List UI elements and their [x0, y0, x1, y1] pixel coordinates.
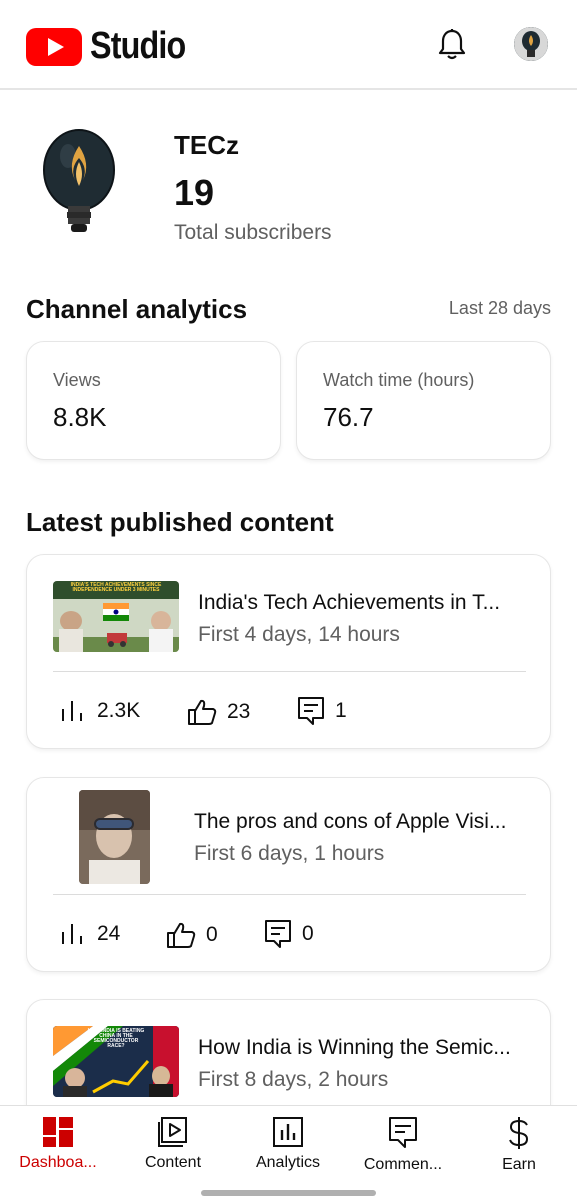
- comments-count: 0: [302, 922, 314, 945]
- comments-icon: [389, 1117, 417, 1148]
- nav-comments[interactable]: Commen...: [353, 1116, 453, 1174]
- thumbnail-caption: HOW INDIA IS BEATING CHINA IN THE SEMICO…: [87, 1028, 145, 1049]
- watch-time-label: Watch time (hours): [323, 370, 475, 390]
- bar-chart-icon: [62, 924, 82, 944]
- analytics-title: Channel analytics: [26, 294, 248, 324]
- comments-count: 1: [335, 699, 347, 722]
- watch-time-card[interactable]: Watch time (hours) 76.7: [296, 341, 551, 460]
- video-thumbnail[interactable]: INDIA'S TECH ACHIEVEMENTS SINCE INDEPEND…: [53, 581, 179, 652]
- bell-icon[interactable]: [436, 28, 468, 62]
- views-metric: 2.3K: [59, 699, 140, 723]
- views-metric: 24: [59, 922, 120, 946]
- dashboard-icon: [43, 1117, 73, 1147]
- likes-metric: 23: [187, 698, 250, 726]
- views-label: Views: [53, 370, 101, 390]
- nav-analytics[interactable]: Analytics: [238, 1116, 338, 1172]
- comments-metric: 0: [264, 919, 314, 949]
- divider: [53, 894, 526, 895]
- channel-name: TECz: [174, 130, 239, 160]
- likes-count: 23: [227, 700, 251, 723]
- nav-label: Analytics: [255, 1154, 321, 1171]
- thumbs-up-icon: [188, 699, 217, 725]
- watch-time-value: 76.7: [323, 402, 374, 432]
- subscriber-count: 19: [174, 172, 215, 213]
- comments-metric: 1: [297, 696, 347, 726]
- logo-text: Studio: [90, 25, 186, 67]
- video-title: India's Tech Achievements in T...: [198, 591, 501, 614]
- nav-label: Dashboa...: [19, 1154, 97, 1171]
- video-card[interactable]: The pros and cons of Apple Visi... First…: [26, 777, 551, 972]
- views-count: 2.3K: [97, 699, 141, 722]
- app-header: Studio: [0, 0, 577, 90]
- likes-count: 0: [206, 923, 218, 946]
- video-card[interactable]: INDIA'S TECH ACHIEVEMENTS SINCE INDEPEND…: [26, 554, 551, 749]
- likes-metric: 0: [166, 921, 218, 949]
- video-meta: First 8 days, 2 hours: [198, 1068, 389, 1091]
- nav-dashboard[interactable]: Dashboa...: [8, 1116, 108, 1172]
- latest-content-title: Latest published content: [26, 507, 334, 537]
- bar-chart-icon: [62, 701, 82, 721]
- thumbs-up-icon: [167, 922, 196, 948]
- comment-icon: [298, 697, 324, 725]
- bottom-nav: Dashboa... Content Analytics Commen... E…: [0, 1105, 577, 1200]
- views-count: 24: [97, 922, 121, 945]
- youtube-play-icon: [26, 27, 82, 66]
- video-title: How India is Winning the Semic...: [198, 1036, 511, 1059]
- video-title: The pros and cons of Apple Visi...: [194, 810, 507, 833]
- video-meta: First 4 days, 14 hours: [198, 623, 400, 646]
- thumbnail-caption: INDIA'S TECH ACHIEVEMENTS SINCE INDEPEND…: [70, 582, 162, 593]
- video-thumbnail[interactable]: HOW INDIA IS BEATING CHINA IN THE SEMICO…: [53, 1026, 179, 1097]
- video-thumbnail[interactable]: [79, 790, 150, 884]
- nav-earn[interactable]: Earn: [469, 1116, 569, 1174]
- nav-label: Earn: [502, 1156, 536, 1173]
- divider: [53, 671, 526, 672]
- nav-content[interactable]: Content: [123, 1116, 223, 1172]
- video-meta: First 6 days, 1 hours: [194, 842, 385, 865]
- channel-avatar[interactable]: [42, 128, 116, 238]
- home-indicator[interactable]: [201, 1190, 376, 1196]
- analytics-icon: [273, 1117, 303, 1147]
- avatar[interactable]: [514, 27, 548, 61]
- views-value: 8.8K: [53, 402, 107, 432]
- views-card[interactable]: Views 8.8K: [26, 341, 281, 460]
- dollar-icon: [509, 1117, 529, 1149]
- analytics-range: Last 28 days: [448, 298, 551, 318]
- nav-label: Content: [144, 1154, 202, 1171]
- subscriber-label: Total subscribers: [174, 221, 332, 244]
- youtube-studio-logo[interactable]: Studio: [26, 25, 202, 68]
- comment-icon: [265, 920, 291, 948]
- nav-label: Commen...: [363, 1156, 443, 1173]
- content-icon: [158, 1117, 187, 1147]
